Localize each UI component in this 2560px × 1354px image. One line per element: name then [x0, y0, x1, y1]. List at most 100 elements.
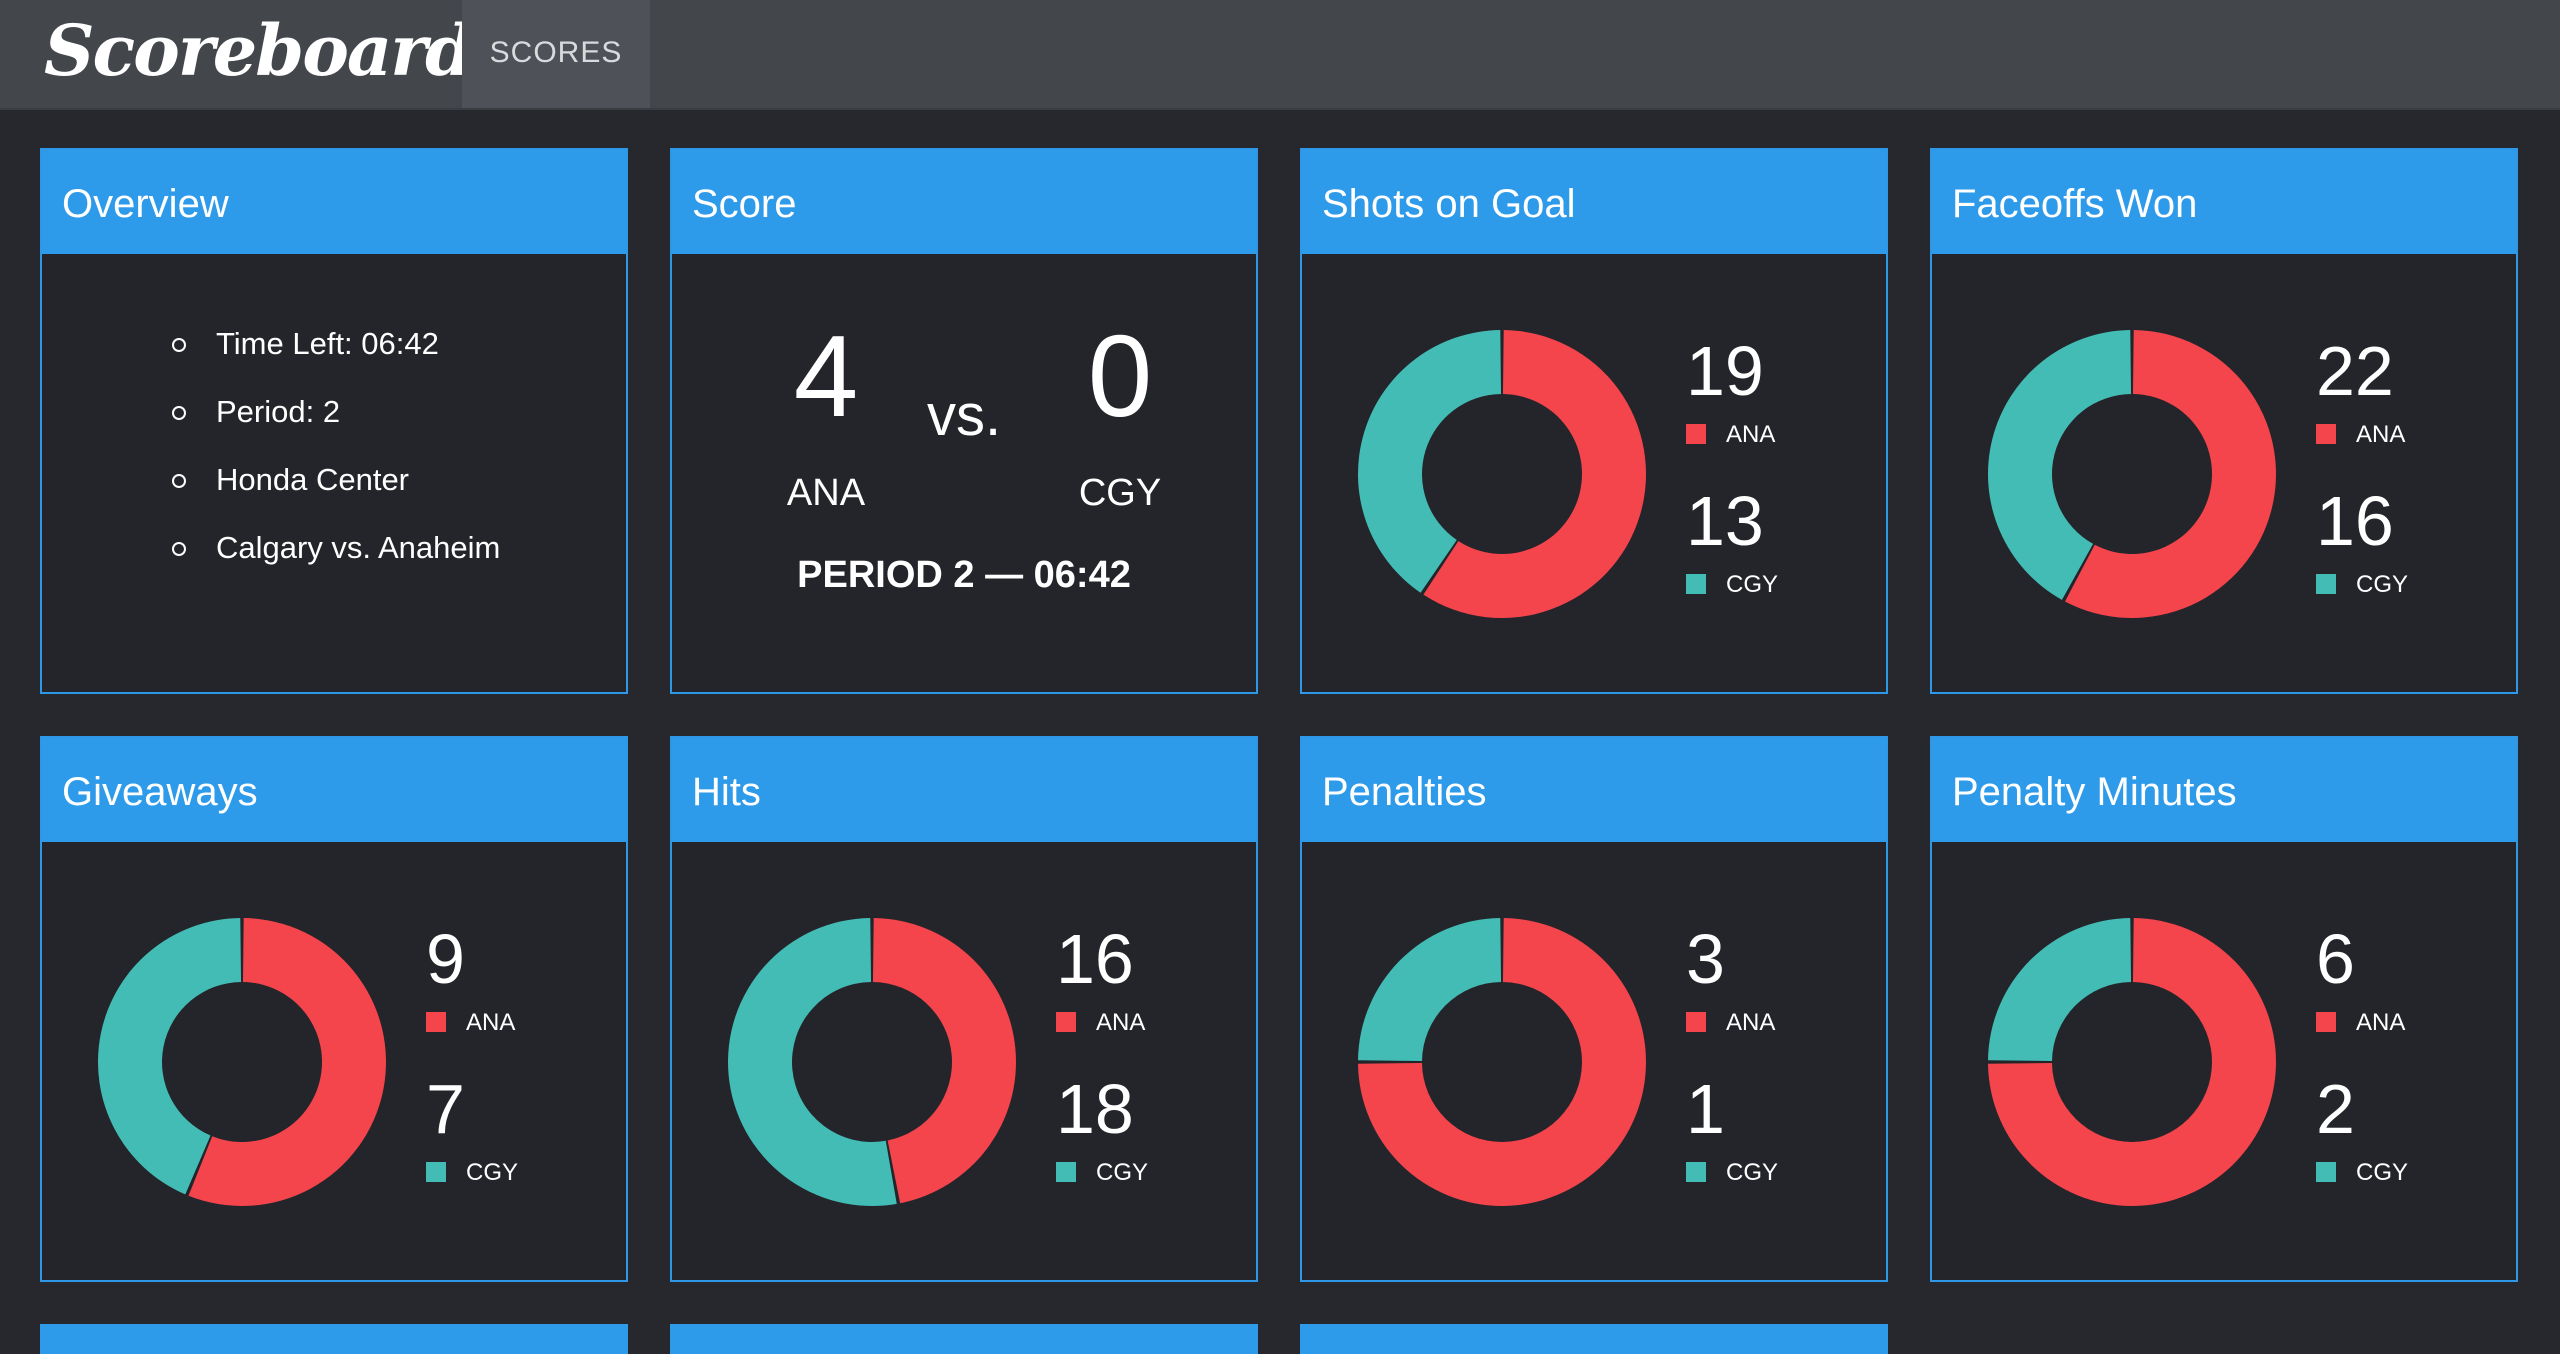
legend-label-cgy: CGY: [1726, 1159, 1779, 1186]
penalties-panel: Penalties 3 ANA 1 CGY: [1300, 736, 1888, 1282]
partial-panel-header: [40, 1324, 628, 1354]
partial-panel-header: [670, 1324, 1258, 1354]
legend-label-ana: ANA: [466, 1009, 516, 1036]
period-clock: PERIOD 2 — 06:42: [797, 554, 1131, 596]
panel-header: Shots on Goal: [1302, 150, 1886, 254]
top-navbar: Scoreboard SCORES: [0, 0, 2560, 110]
list-item-text: Time Left: 06:42: [216, 326, 439, 361]
list-item-text: Calgary vs. Anaheim: [216, 530, 501, 565]
panel-title: Hits: [692, 770, 761, 814]
legend-label-ana: ANA: [2356, 1009, 2406, 1036]
legend-ana: ANA: [1056, 1010, 1145, 1036]
overview-list: Time Left: 06:42 Period: 2 Honda Center …: [172, 310, 500, 582]
ana-value: 3: [1686, 920, 1725, 998]
legend-label-cgy: CGY: [2356, 571, 2409, 598]
legend-cgy: CGY: [1686, 572, 1778, 598]
legend-label-cgy: CGY: [1096, 1159, 1149, 1186]
cgy-value: 7: [426, 1070, 465, 1148]
panel-header: Penalty Minutes: [1932, 738, 2516, 842]
cgy-value: 2: [2316, 1070, 2355, 1148]
partial-panel-header: [1300, 1324, 1888, 1354]
panel-header: Giveaways: [42, 738, 626, 842]
donut-slice-cgy[interactable]: [728, 918, 897, 1206]
cgy-value: 18: [1056, 1070, 1134, 1148]
away-team: CGY: [1078, 472, 1162, 514]
overview-panel: Overview Time Left: 06:42 Period: 2 Hond…: [40, 148, 628, 694]
ana-value: 16: [1056, 920, 1134, 998]
legend-label-ana: ANA: [1096, 1009, 1146, 1036]
legend-label-cgy: CGY: [2356, 1159, 2409, 1186]
faceoffs-won-panel: Faceoffs Won 22 ANA 16 CGY: [1930, 148, 2518, 694]
legend-swatch-ana: [1056, 1012, 1076, 1032]
legend-label-ana: ANA: [1726, 421, 1776, 448]
home-team: ANA: [786, 472, 866, 514]
panel-title: Score: [692, 182, 797, 226]
panel-title: Overview: [62, 182, 229, 226]
legend-ana: ANA: [2316, 1010, 2405, 1036]
hits-donut-chart: [728, 918, 1016, 1206]
legend-cgy: CGY: [2316, 1160, 2408, 1186]
legend-cgy: CGY: [2316, 572, 2408, 598]
legend-ana: ANA: [1686, 422, 1775, 448]
legend-label-cgy: CGY: [1726, 571, 1779, 598]
panel-header: Score: [672, 150, 1256, 254]
list-item: Calgary vs. Anaheim: [172, 514, 500, 582]
legend-swatch-cgy: [426, 1162, 446, 1182]
donut-slice-ana[interactable]: [872, 918, 1016, 1204]
away-score: 0: [1087, 311, 1153, 441]
legend-swatch-ana: [426, 1012, 446, 1032]
donut-slice-cgy[interactable]: [1988, 918, 2132, 1062]
legend-cgy: CGY: [1056, 1160, 1148, 1186]
ana-value: 22: [2316, 332, 2394, 410]
legend-ana: ANA: [2316, 422, 2405, 448]
list-item-text: Period: 2: [216, 394, 341, 429]
bullet-icon: [172, 474, 186, 488]
list-item: Period: 2: [172, 378, 500, 446]
giveaways-donut-chart: [98, 918, 386, 1206]
ana-value: 6: [2316, 920, 2355, 998]
legend-swatch-cgy: [1686, 574, 1706, 594]
legend-cgy: CGY: [426, 1160, 518, 1186]
legend-label-ana: ANA: [2356, 421, 2406, 448]
nav-tab-scores[interactable]: SCORES: [462, 0, 650, 108]
donut-slice-cgy[interactable]: [1358, 918, 1502, 1062]
panel-title: Shots on Goal: [1322, 182, 1576, 226]
panel-title: Giveaways: [62, 770, 258, 814]
faceoffs-won-donut-chart: [1988, 330, 2276, 618]
legend-ana: ANA: [426, 1010, 515, 1036]
penalty-minutes-panel: Penalty Minutes 6 ANA 2 CGY: [1930, 736, 2518, 1282]
legend-label-cgy: CGY: [466, 1159, 519, 1186]
bullet-icon: [172, 338, 186, 352]
penalties-donut-chart: [1358, 918, 1646, 1206]
app-logo[interactable]: Scoreboard: [44, 0, 474, 108]
panel-header: Penalties: [1302, 738, 1886, 842]
panel-title: Penalties: [1322, 770, 1487, 814]
legend-swatch-cgy: [1686, 1162, 1706, 1182]
bullet-icon: [172, 542, 186, 556]
panel-title: Penalty Minutes: [1952, 770, 2237, 814]
legend-swatch-ana: [2316, 1012, 2336, 1032]
list-item: Honda Center: [172, 446, 500, 514]
cgy-value: 13: [1686, 482, 1764, 560]
list-item: Time Left: 06:42: [172, 310, 500, 378]
legend-swatch-cgy: [2316, 574, 2336, 594]
bullet-icon: [172, 406, 186, 420]
panel-header: Overview: [42, 150, 626, 254]
legend-swatch-ana: [2316, 424, 2336, 444]
shots-on-goal-donut-chart: [1358, 330, 1646, 618]
list-item-text: Honda Center: [216, 462, 410, 497]
legend-swatch-ana: [1686, 1012, 1706, 1032]
cgy-value: 16: [2316, 482, 2394, 560]
panel-header: Hits: [672, 738, 1256, 842]
legend-ana: ANA: [1686, 1010, 1775, 1036]
legend-swatch-cgy: [1056, 1162, 1076, 1182]
legend-swatch-cgy: [2316, 1162, 2336, 1182]
cgy-value: 1: [1686, 1070, 1725, 1148]
panel-title: Faceoffs Won: [1952, 182, 2198, 226]
shots-on-goal-panel: Shots on Goal 19 ANA 13 CGY: [1300, 148, 1888, 694]
ana-value: 19: [1686, 332, 1764, 410]
ana-value: 9: [426, 920, 465, 998]
legend-swatch-ana: [1686, 424, 1706, 444]
legend-cgy: CGY: [1686, 1160, 1778, 1186]
penalty-minutes-donut-chart: [1988, 918, 2276, 1206]
